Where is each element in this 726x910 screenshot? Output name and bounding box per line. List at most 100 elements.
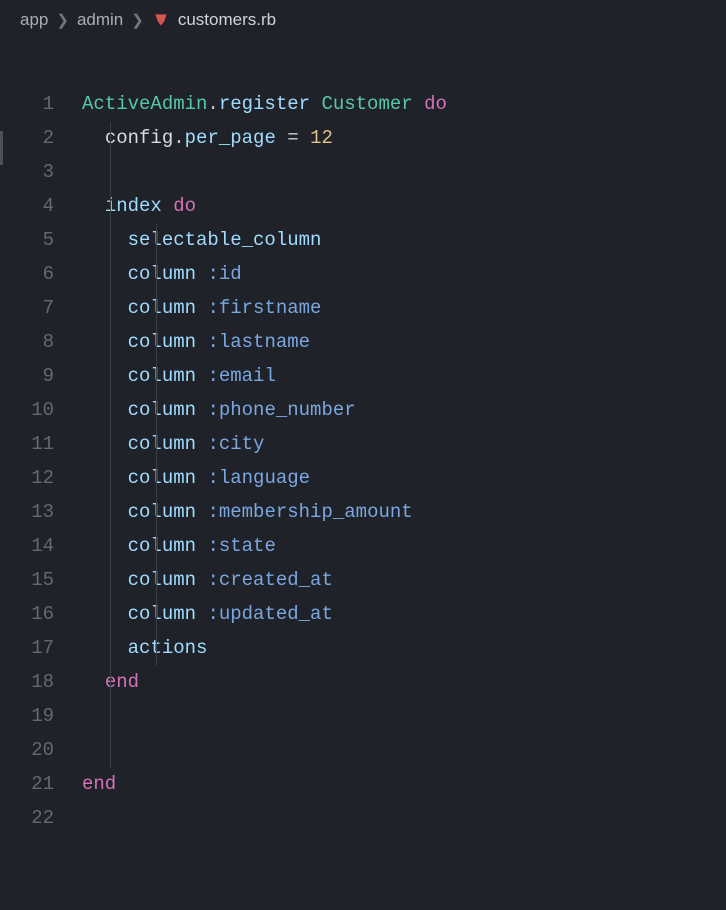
- token-symbol: :lastname: [207, 331, 310, 353]
- code-line[interactable]: 18 end: [4, 666, 726, 700]
- indent: [82, 229, 128, 251]
- indent-guide: [110, 496, 111, 530]
- indent-guide: [110, 122, 111, 156]
- breadcrumb-segment-app[interactable]: app: [20, 10, 48, 30]
- token-constant: Customer: [321, 93, 412, 115]
- token-space: [196, 297, 207, 319]
- indent: [82, 637, 128, 659]
- code-line[interactable]: 12 column :language: [4, 462, 726, 496]
- breadcrumb-segment-admin[interactable]: admin: [77, 10, 123, 30]
- line-number: 13: [4, 496, 82, 530]
- token-symbol: :email: [207, 365, 275, 387]
- line-number: 16: [4, 598, 82, 632]
- token-symbol: :created_at: [207, 569, 332, 591]
- ruby-file-icon: [152, 11, 170, 29]
- indent-guide: [110, 190, 111, 224]
- indent: [82, 671, 105, 693]
- token-space: [196, 433, 207, 455]
- line-number: 22: [4, 802, 82, 836]
- code-line[interactable]: 22: [4, 802, 726, 836]
- code-line[interactable]: 1 ActiveAdmin.register Customer do: [4, 88, 726, 122]
- indent: [82, 365, 128, 387]
- code-line[interactable]: 9 column :email: [4, 360, 726, 394]
- indent-guide: [110, 598, 111, 632]
- line-number: 1: [4, 88, 82, 122]
- line-number: 8: [4, 326, 82, 360]
- code-line[interactable]: 20: [4, 734, 726, 768]
- code-line[interactable]: 4 index do: [4, 190, 726, 224]
- line-number: 10: [4, 394, 82, 428]
- code-line[interactable]: 2 config.per_page = 12: [4, 122, 726, 156]
- code-line[interactable]: 17 actions: [4, 632, 726, 666]
- code-line[interactable]: 14 column :state: [4, 530, 726, 564]
- code-line[interactable]: 16 column :updated_at: [4, 598, 726, 632]
- code-line[interactable]: 5 selectable_column: [4, 224, 726, 258]
- line-number: 4: [4, 190, 82, 224]
- token-method: column: [128, 331, 196, 353]
- token-space: [196, 603, 207, 625]
- code-line[interactable]: 13 column :membership_amount: [4, 496, 726, 530]
- indent: [82, 433, 128, 455]
- indent-guide: [110, 428, 111, 462]
- indent-guide: [156, 428, 157, 462]
- token-keyword: end: [82, 773, 116, 795]
- indent-guide: [156, 462, 157, 496]
- code-line[interactable]: 6 column :id: [4, 258, 726, 292]
- code-line[interactable]: 7 column :firstname: [4, 292, 726, 326]
- indent-guide: [110, 666, 111, 700]
- indent: [82, 603, 128, 625]
- token-punct: .: [173, 127, 184, 149]
- token-keyword: do: [173, 195, 196, 217]
- active-line-marker: [0, 131, 3, 165]
- token-punct: .: [207, 93, 218, 115]
- token-method: column: [128, 297, 196, 319]
- indent-guide: [110, 224, 111, 258]
- indent: [82, 127, 105, 149]
- token-space: [196, 399, 207, 421]
- token-keyword: do: [424, 93, 447, 115]
- indent-guide: [156, 564, 157, 598]
- indent-guide: [156, 360, 157, 394]
- line-number: 17: [4, 632, 82, 666]
- code-line[interactable]: 21 end: [4, 768, 726, 802]
- code-line[interactable]: 11 column :city: [4, 428, 726, 462]
- token-symbol: :language: [207, 467, 310, 489]
- code-editor[interactable]: 1 ActiveAdmin.register Customer do 2 con…: [0, 40, 726, 836]
- breadcrumb[interactable]: app ❯ admin ❯ customers.rb: [0, 0, 726, 40]
- token-space: [196, 467, 207, 489]
- indent: [82, 195, 105, 217]
- token-method: index: [105, 195, 162, 217]
- token-method: column: [128, 399, 196, 421]
- indent-guide: [110, 394, 111, 428]
- indent-guide: [110, 734, 111, 768]
- code-line[interactable]: 8 column :lastname: [4, 326, 726, 360]
- line-number: 7: [4, 292, 82, 326]
- token-space: [162, 195, 173, 217]
- token-space: [413, 93, 424, 115]
- indent-guide: [110, 462, 111, 496]
- indent: [82, 331, 128, 353]
- code-line[interactable]: 15 column :created_at: [4, 564, 726, 598]
- breadcrumb-filename[interactable]: customers.rb: [178, 10, 276, 30]
- code-line[interactable]: 10 column :phone_number: [4, 394, 726, 428]
- token-space: [196, 569, 207, 591]
- indent-guide: [156, 496, 157, 530]
- code-line[interactable]: 19: [4, 700, 726, 734]
- line-number: 2: [4, 122, 82, 156]
- code-line[interactable]: 3: [4, 156, 726, 190]
- line-number: 15: [4, 564, 82, 598]
- indent: [82, 399, 128, 421]
- token-method: column: [128, 433, 196, 455]
- indent-guide: [110, 564, 111, 598]
- token-symbol: :id: [207, 263, 241, 285]
- chevron-right-icon: ❯: [56, 11, 69, 29]
- indent-guide: [110, 292, 111, 326]
- token-symbol: :membership_amount: [207, 501, 412, 523]
- token-space: [196, 365, 207, 387]
- line-number: 20: [4, 734, 82, 768]
- line-number: 18: [4, 666, 82, 700]
- indent-guide: [110, 360, 111, 394]
- indent: [82, 501, 128, 523]
- indent-guide: [156, 632, 157, 666]
- indent: [82, 297, 128, 319]
